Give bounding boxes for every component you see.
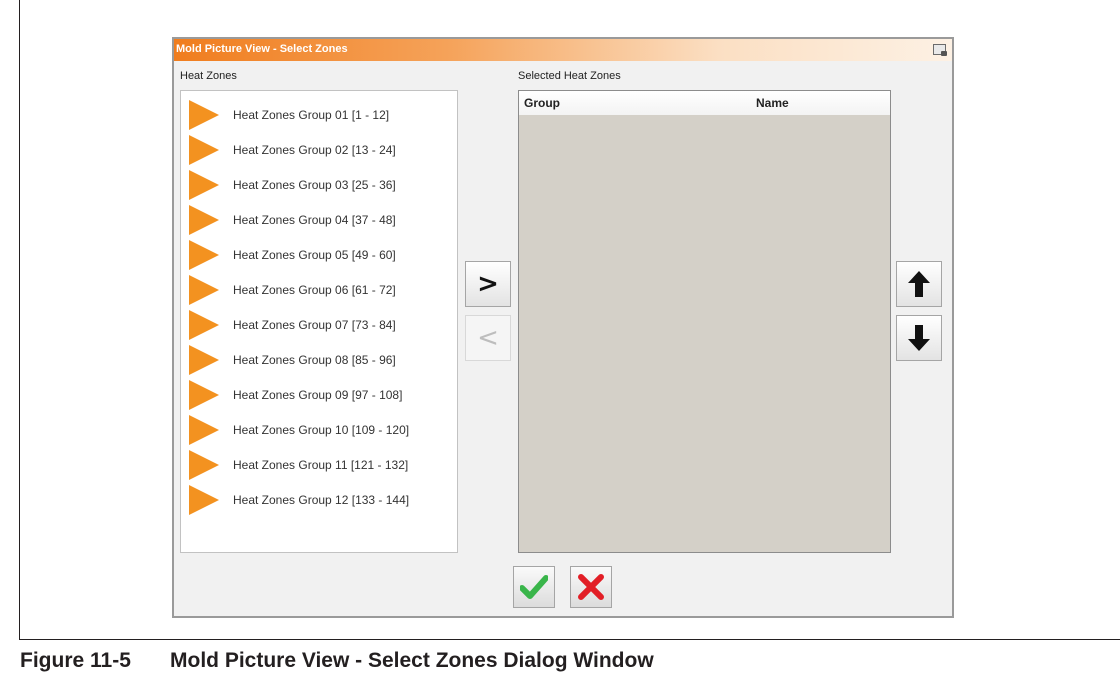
cancel-button[interactable] bbox=[570, 566, 612, 608]
remove-zone-button[interactable]: < bbox=[465, 315, 511, 361]
title-bar: Mold Picture View - Select Zones bbox=[174, 39, 952, 61]
zone-arrow-icon bbox=[189, 485, 219, 515]
arrow-down-icon bbox=[908, 325, 930, 351]
zone-label: Heat Zones Group 08 [85 - 96] bbox=[233, 353, 396, 367]
heat-zone-group-06[interactable]: Heat Zones Group 06 [61 - 72] bbox=[189, 275, 451, 305]
figure-caption: Mold Picture View - Select Zones Dialog … bbox=[170, 649, 654, 672]
checkmark-icon bbox=[520, 575, 548, 599]
heat-zone-group-10[interactable]: Heat Zones Group 10 [109 - 120] bbox=[189, 415, 451, 445]
zone-arrow-icon bbox=[189, 415, 219, 445]
zone-label: Heat Zones Group 04 [37 - 48] bbox=[233, 213, 396, 227]
heat-zone-group-08[interactable]: Heat Zones Group 08 [85 - 96] bbox=[189, 345, 451, 375]
zone-arrow-icon bbox=[189, 450, 219, 480]
chevron-left-icon: < bbox=[477, 323, 499, 353]
zone-label: Heat Zones Group 05 [49 - 60] bbox=[233, 248, 396, 262]
selected-zones-table[interactable]: Group Name bbox=[518, 90, 891, 553]
zone-arrow-icon bbox=[189, 205, 219, 235]
heat-zone-group-04[interactable]: Heat Zones Group 04 [37 - 48] bbox=[189, 205, 451, 235]
zone-arrow-icon bbox=[189, 100, 219, 130]
zone-label: Heat Zones Group 10 [109 - 120] bbox=[233, 423, 410, 437]
zone-arrow-icon bbox=[189, 240, 219, 270]
heat-zone-group-11[interactable]: Heat Zones Group 11 [121 - 132] bbox=[189, 450, 451, 480]
zone-arrow-icon bbox=[189, 345, 219, 375]
zone-arrow-icon bbox=[189, 380, 219, 410]
camera-icon[interactable] bbox=[933, 44, 947, 56]
arrow-up-icon bbox=[908, 271, 930, 297]
dialog-title: Mold Picture View - Select Zones bbox=[176, 43, 348, 55]
heat-zone-group-07[interactable]: Heat Zones Group 07 [73 - 84] bbox=[189, 310, 451, 340]
zone-label: Heat Zones Group 11 [121 - 132] bbox=[233, 458, 409, 472]
heat-zone-group-01[interactable]: Heat Zones Group 01 [1 - 12] bbox=[189, 100, 451, 130]
heat-zones-list[interactable]: Heat Zones Group 01 [1 - 12] Heat Zones … bbox=[180, 90, 458, 553]
heat-zone-group-02[interactable]: Heat Zones Group 02 [13 - 24] bbox=[189, 135, 451, 165]
zone-label: Heat Zones Group 06 [61 - 72] bbox=[233, 283, 396, 297]
zone-arrow-icon bbox=[189, 170, 219, 200]
zone-label: Heat Zones Group 02 [13 - 24] bbox=[233, 143, 396, 157]
move-up-button[interactable] bbox=[896, 261, 942, 307]
close-icon bbox=[578, 574, 604, 600]
zone-arrow-icon bbox=[189, 135, 219, 165]
zone-label: Heat Zones Group 12 [133 - 144] bbox=[233, 493, 410, 507]
heat-zone-group-09[interactable]: Heat Zones Group 09 [97 - 108] bbox=[189, 380, 451, 410]
table-header: Group Name bbox=[519, 91, 890, 115]
chevron-right-icon: > bbox=[477, 269, 499, 299]
column-header-name[interactable]: Name bbox=[756, 96, 789, 110]
move-down-button[interactable] bbox=[896, 315, 942, 361]
heat-zone-group-05[interactable]: Heat Zones Group 05 [49 - 60] bbox=[189, 240, 451, 270]
zone-label: Heat Zones Group 07 [73 - 84] bbox=[233, 318, 396, 332]
zone-label: Heat Zones Group 03 [25 - 36] bbox=[233, 178, 396, 192]
ok-button[interactable] bbox=[513, 566, 555, 608]
heat-zones-label: Heat Zones bbox=[180, 70, 237, 82]
zone-label: Heat Zones Group 09 [97 - 108] bbox=[233, 388, 403, 402]
add-zone-button[interactable]: > bbox=[465, 261, 511, 307]
zone-label: Heat Zones Group 01 [1 - 12] bbox=[233, 108, 390, 122]
selected-heat-zones-label: Selected Heat Zones bbox=[518, 70, 621, 82]
zone-arrow-icon bbox=[189, 275, 219, 305]
figure-number: Figure 11-5 bbox=[20, 649, 131, 672]
heat-zone-group-03[interactable]: Heat Zones Group 03 [25 - 36] bbox=[189, 170, 451, 200]
select-zones-dialog: Mold Picture View - Select Zones Heat Zo… bbox=[172, 37, 954, 618]
heat-zone-group-12[interactable]: Heat Zones Group 12 [133 - 144] bbox=[189, 485, 451, 515]
column-header-group[interactable]: Group bbox=[524, 96, 560, 110]
zone-arrow-icon bbox=[189, 310, 219, 340]
